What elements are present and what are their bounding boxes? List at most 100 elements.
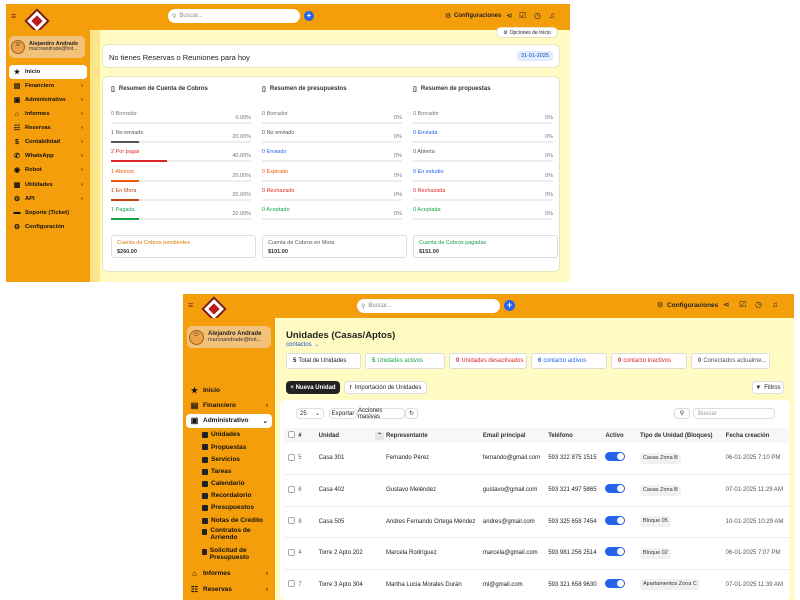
sidebar-item-inicio[interactable]: ★ Inicio bbox=[9, 65, 87, 79]
active-toggle[interactable] bbox=[605, 547, 626, 557]
admin-submenu: Unidades Propuestas Servicios Tareas Calenda… bbox=[186, 429, 272, 567]
sidebar-item-financiero[interactable]: ▤ Financiero ‹ bbox=[186, 398, 272, 412]
menu-icon[interactable]: ≡ bbox=[188, 300, 193, 310]
active-toggle[interactable] bbox=[605, 452, 626, 462]
column-header-id[interactable]: # bbox=[298, 428, 319, 443]
cell-phone: 593 981 256 2514 bbox=[548, 550, 597, 557]
clock-icon[interactable]: ◷ bbox=[755, 300, 762, 309]
sidebar-item-whatsapp[interactable]: ✆ WhatsApp ‹ bbox=[9, 150, 87, 164]
bell-icon[interactable]: ♫ bbox=[772, 300, 778, 309]
share-icon[interactable]: ⋖ bbox=[723, 300, 730, 309]
row-checkbox[interactable] bbox=[288, 485, 295, 493]
sidebar-item-reservas[interactable]: ☷ Reservas ‹ bbox=[9, 121, 87, 135]
export-button[interactable]: Exportar bbox=[329, 408, 357, 419]
submenu-item-presupuestos[interactable]: Presupuestos bbox=[202, 502, 272, 514]
table-row[interactable]: 5 Casa 301 Fernando Pérez fernando@gmail.co… bbox=[284, 443, 790, 475]
config-button[interactable]: Configuraciones bbox=[454, 13, 501, 19]
row-checkbox[interactable] bbox=[288, 580, 295, 588]
table-row[interactable]: 8 Casa 505 Andres Fernando Ortega Méndez an… bbox=[284, 506, 790, 538]
submenu-item-notas-de-credito[interactable]: Notas de Crédito bbox=[202, 514, 272, 526]
sidebar-item-informes[interactable]: ⌂ Informes ‹ bbox=[186, 567, 272, 581]
add-button[interactable]: + bbox=[504, 300, 515, 311]
sidebar-item-utilidades[interactable]: ▦ Utilidades ‹ bbox=[9, 178, 87, 192]
bulk-actions-button[interactable]: Acciones masivas bbox=[357, 408, 405, 420]
row-checkbox[interactable] bbox=[288, 548, 295, 556]
stat-card: 5 Unidades activos bbox=[365, 353, 445, 369]
cell-unit[interactable]: Torre 3 Apto 304 bbox=[319, 582, 363, 588]
submenu-icon bbox=[202, 505, 208, 512]
page-size-select[interactable]: 25 ⌄ bbox=[296, 408, 324, 419]
row-checkbox[interactable] bbox=[288, 517, 295, 525]
home-icon: ⌂ bbox=[14, 110, 20, 118]
search-input[interactable]: ⚲ Buscar... bbox=[357, 299, 500, 313]
submenu-item-label: Presupuestos bbox=[211, 504, 254, 512]
user-card[interactable]: ☺ Alejandro Andrade marcoandrade@hot... bbox=[187, 326, 271, 348]
sidebar-item-administrativo[interactable]: ▣ Administrativo ‹ bbox=[9, 93, 87, 107]
submenu-item-servicios[interactable]: Servicios bbox=[202, 454, 272, 466]
cell-unit[interactable]: Casa 301 bbox=[319, 455, 345, 461]
sidebar-item-configuracion[interactable]: ⚙ Configuración bbox=[9, 220, 87, 234]
sidebar-item-api[interactable]: ⚙ API ‹ bbox=[9, 192, 87, 206]
active-toggle[interactable] bbox=[605, 484, 626, 494]
user-card[interactable]: ☺ Alejandro Andrade marcoandrade@hot... bbox=[9, 36, 85, 58]
submenu-item-recordatorio[interactable]: Recordatorio bbox=[202, 490, 272, 502]
sidebar-item-robot[interactable]: ◉ Robot ‹ bbox=[9, 164, 87, 178]
sidebar-item-label: Utilidades bbox=[25, 181, 53, 188]
sidebar-item-informes[interactable]: ⌂ Informes ‹ bbox=[9, 107, 87, 121]
table-search-input[interactable]: Buscar bbox=[693, 408, 775, 419]
share-icon[interactable]: ⋖ bbox=[506, 11, 513, 20]
submenu-item-calendario[interactable]: Calendario bbox=[202, 478, 272, 490]
column-header-email-principal[interactable]: Email principal bbox=[482, 428, 549, 443]
submenu-item-tareas[interactable]: Tareas bbox=[202, 466, 272, 478]
submenu-item-propuestas[interactable]: Propuestas bbox=[202, 441, 272, 453]
filters-button[interactable]: ▼ Filtros bbox=[752, 381, 784, 394]
sidebar-item-inicio[interactable]: ★ Inicio bbox=[186, 383, 272, 397]
column-header-unidad[interactable]: Unidad ⌃ bbox=[318, 428, 386, 443]
column-header-fecha-creacion[interactable]: Fecha creación bbox=[725, 428, 790, 443]
table-row[interactable]: 4 Torre 2 Apto 202 Marcela Rodríguez marcel… bbox=[284, 538, 790, 569]
check-icon[interactable]: ☑ bbox=[519, 11, 526, 20]
gear-icon[interactable]: ⚙ bbox=[657, 301, 663, 309]
summary-row: 0 Aceptado 0% bbox=[262, 207, 402, 221]
sort-icon[interactable]: ⌃ bbox=[375, 432, 385, 440]
active-toggle[interactable] bbox=[605, 515, 626, 525]
cell-unit[interactable]: Torre 2 Apto 202 bbox=[319, 550, 363, 556]
active-toggle[interactable] bbox=[605, 578, 626, 588]
table-row[interactable]: 7 Torre 3 Apto 304 Martha Lucia Morales Du… bbox=[284, 569, 790, 600]
column-header-activo[interactable]: Activo bbox=[605, 428, 640, 443]
submenu-item-contratos-de-arriendo[interactable]: Contratos de Arriendo bbox=[202, 527, 272, 547]
select-all-checkbox[interactable] bbox=[288, 431, 295, 438]
menu-icon[interactable]: ≡ bbox=[11, 11, 16, 21]
gear-icon[interactable]: ⚙ bbox=[445, 12, 451, 20]
submenu-icon bbox=[202, 456, 208, 463]
bell-icon[interactable]: ♫ bbox=[549, 11, 555, 20]
import-units-button[interactable]: ⭱ Importación de Unidades bbox=[344, 381, 427, 394]
search-input[interactable]: ⚲ Buscar... bbox=[168, 9, 300, 23]
start-options-button[interactable]: ⚙ Opciones de Inicio bbox=[496, 27, 558, 38]
sidebar-item-administrativo[interactable]: ▣ Administrativo ⌄ bbox=[186, 413, 272, 428]
chevron-down-icon: ⌄ bbox=[314, 411, 320, 417]
refresh-icon[interactable]: ↻ bbox=[405, 408, 418, 419]
sidebar-item-financiero[interactable]: ▤ Financiero ‹ bbox=[9, 79, 87, 93]
table-row[interactable]: 6 Casa 402 Gustavo Meléndez gustavo@gmail.c… bbox=[284, 475, 790, 506]
column-header-tipo-de-unidad-bloques[interactable]: Tipo de Unidad (Bloques) bbox=[639, 428, 726, 443]
sidebar-item-soporte-ticket[interactable]: ▬ Soporte (Ticket) bbox=[9, 206, 87, 220]
submenu-item-solicitud-de-presupuesto[interactable]: Solicitud de Presupuesto bbox=[202, 547, 272, 567]
row-checkbox[interactable] bbox=[288, 454, 295, 461]
cell-unit[interactable]: Casa 505 bbox=[319, 519, 345, 525]
submenu-item-unidades[interactable]: Unidades bbox=[202, 429, 272, 441]
column-header-telefono[interactable]: Teléfono bbox=[548, 428, 606, 443]
new-unit-button[interactable]: + Nueva Unidad bbox=[286, 381, 340, 394]
add-button[interactable]: + bbox=[304, 11, 314, 21]
sidebar-item-contabilidad[interactable]: $ Contabilidad ‹ bbox=[9, 135, 87, 149]
column-header-representante[interactable]: Representante bbox=[386, 428, 483, 443]
submenu-item-label: Unidades bbox=[211, 431, 241, 439]
progress-fill bbox=[111, 179, 139, 182]
config-button[interactable]: Configuraciones bbox=[667, 302, 718, 309]
search-icon[interactable]: ⚲ bbox=[674, 408, 690, 419]
breadcrumb[interactable]: contactos → bbox=[286, 342, 319, 348]
check-icon[interactable]: ☑ bbox=[739, 300, 746, 309]
sidebar-item-reservas[interactable]: ☷ Reservas ‹ bbox=[186, 582, 272, 596]
clock-icon[interactable]: ◷ bbox=[534, 11, 541, 20]
cell-unit[interactable]: Casa 402 bbox=[319, 487, 345, 493]
